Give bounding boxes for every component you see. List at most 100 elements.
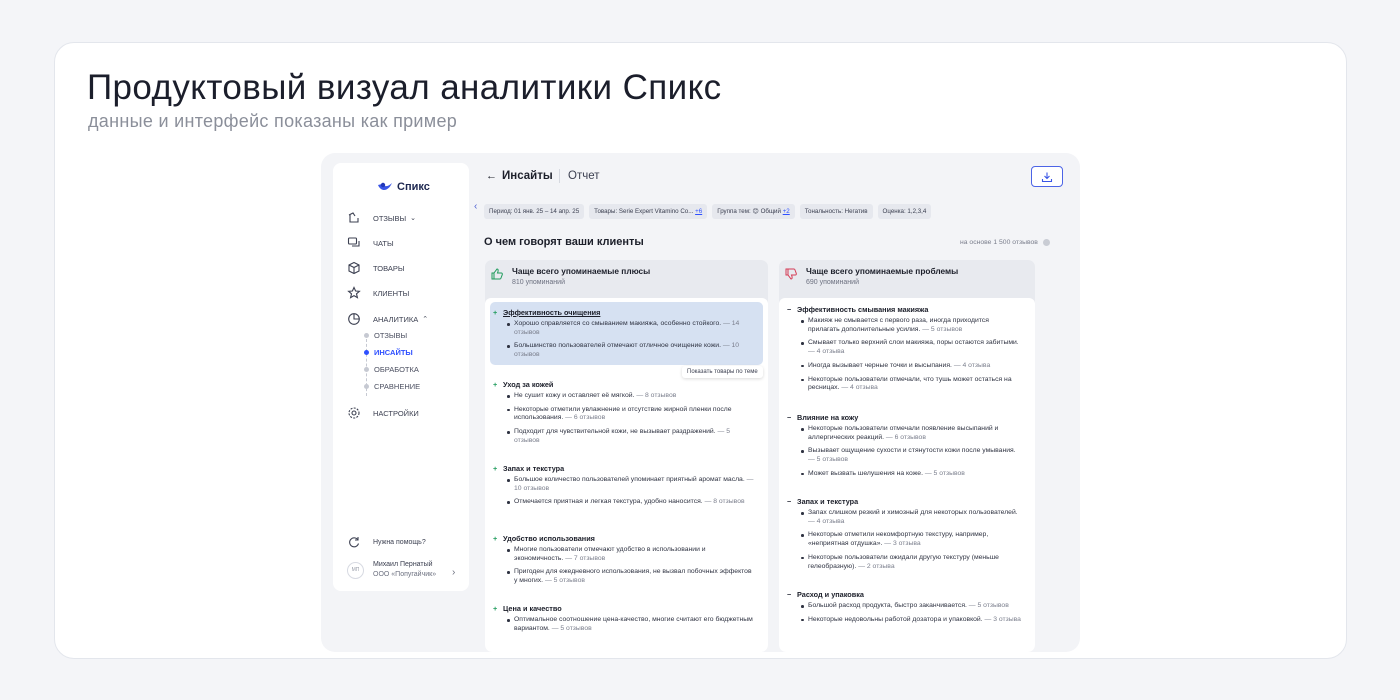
item-text: Большое количество пользователей упомина… bbox=[514, 476, 745, 483]
filter-products-more[interactable]: +6 bbox=[695, 208, 702, 215]
main-content: ← Инсайты Отчет Период: 01 янв. 25 – 14 … bbox=[474, 153, 1080, 652]
brand-logo[interactable]: Спикс bbox=[377, 181, 430, 193]
nav-chats[interactable]: ЧАТЫ bbox=[347, 236, 394, 250]
list-item: Большинство пользователей отмечают отлич… bbox=[490, 342, 763, 359]
item-text: Некоторые отметили увлажнение и отсутств… bbox=[514, 405, 732, 422]
item-count: — 3 отзыва bbox=[984, 615, 1021, 623]
page-title: Продуктовый визуал аналитики Спикс bbox=[87, 68, 722, 107]
item-text: Не сушит кожу и оставляет её мягкой. bbox=[514, 392, 635, 399]
list-item: Иногда вызывает черные точки и высыпания… bbox=[784, 362, 1030, 371]
item-text: Большой расход продукта, быстро заканчив… bbox=[808, 602, 967, 609]
app-window: Спикс ‹ ОТЗЫВЫ ⌄ ЧАТЫ ТОВАРЫ КЛИЕНТЫ АНА… bbox=[321, 153, 1080, 652]
topic-group[interactable]: Цена и качество Оптимальное соотношение … bbox=[490, 602, 763, 638]
filter-group-label: Группа тем: 😊 Общий bbox=[717, 208, 781, 215]
gear-icon bbox=[348, 407, 360, 419]
bird-logo-icon bbox=[378, 182, 392, 191]
reviews-icon bbox=[348, 212, 359, 223]
item-count: — 3 отзыва bbox=[884, 540, 921, 548]
list-item: Некоторые пользователи отмечали, что туш… bbox=[784, 376, 1030, 393]
thumbs-down-icon bbox=[785, 268, 797, 280]
item-text: Некоторые пользователи ожидали другую те… bbox=[808, 553, 999, 570]
sub-item-insights[interactable]: ИНСАЙТЫ bbox=[374, 348, 413, 357]
chevron-down-icon: ⌄ bbox=[410, 215, 417, 222]
brand-name: Спикс bbox=[397, 181, 430, 193]
download-button[interactable] bbox=[1031, 166, 1063, 187]
nav-settings[interactable]: НАСТРОЙКИ bbox=[347, 406, 419, 420]
help-label: Нужна помощь? bbox=[373, 538, 426, 546]
item-text: Некоторые недовольны работой дозатора и … bbox=[808, 615, 983, 623]
nav-label: ОТЗЫВЫ bbox=[373, 213, 407, 223]
item-count: — 4 отзыва bbox=[953, 361, 991, 369]
list-item: Не сушит кожу и оставляет её мягкой. — 8… bbox=[490, 392, 763, 401]
basis-label: на основе 1 500 отзывов bbox=[960, 239, 1038, 246]
avatar: МП bbox=[347, 561, 364, 579]
submenu-dot-active bbox=[364, 350, 369, 355]
list-item: Многие пользователи отмечают удобство в … bbox=[490, 546, 763, 563]
star-icon bbox=[347, 286, 361, 299]
filter-group[interactable]: Группа тем: 😊 Общий +2 bbox=[712, 204, 795, 219]
topic-group[interactable]: Эффективность очищения Хорошо справляетс… bbox=[490, 302, 763, 365]
topic-group[interactable]: Влияние на кожу Некоторые пользователи о… bbox=[784, 413, 1030, 484]
nav-label: КЛИЕНТЫ bbox=[373, 288, 410, 298]
user-profile[interactable]: МП Михаил Пернатый ООО «Попугайчик» bbox=[347, 560, 436, 580]
item-count: — 5 отзывов bbox=[968, 602, 1009, 609]
list-item: Некоторые отметили увлажнение и отсутств… bbox=[490, 406, 763, 423]
item-text: Подходит для чувствительной кожи, не выз… bbox=[514, 428, 716, 436]
item-text: Отмечается приятная и легкая текстура, у… bbox=[514, 498, 703, 506]
nav-reviews[interactable]: ОТЗЫВЫ ⌄ bbox=[347, 211, 416, 225]
nav-products[interactable]: ТОВАРЫ bbox=[347, 261, 404, 275]
list-item: Некоторые пользователи ожидали другую те… bbox=[784, 554, 1030, 571]
nav-label: НАСТРОЙКИ bbox=[373, 408, 419, 418]
list-item: Хорошо справляется со смыванием макияжа,… bbox=[490, 320, 763, 337]
topic-group[interactable]: Расход и упаковка Большой расход продукт… bbox=[784, 590, 1030, 629]
topic-group[interactable]: Запах и текстура Большое количество поль… bbox=[490, 462, 763, 512]
back-arrow-icon[interactable]: ← bbox=[486, 170, 497, 182]
topic-group[interactable]: Удобство использования Многие пользовате… bbox=[490, 532, 763, 591]
list-item: Пригоден для ежедневного использования, … bbox=[490, 568, 763, 585]
list-item: Может вызвать шелушения на коже. — 5 отз… bbox=[784, 470, 1030, 479]
item-count: — 7 отзывов bbox=[565, 554, 606, 562]
list-item: Отмечается приятная и легкая текстура, у… bbox=[490, 498, 763, 507]
nav-label: ТОВАРЫ bbox=[373, 263, 405, 273]
help-link[interactable]: Нужна помощь? bbox=[347, 535, 426, 549]
chats-icon bbox=[347, 237, 360, 247]
filter-period[interactable]: Период: 01 янв. 25 – 14 апр. 25 bbox=[484, 204, 585, 219]
item-count: — 8 отзывов bbox=[636, 392, 677, 399]
sub-item-processing[interactable]: ОБРАБОТКА bbox=[374, 365, 419, 374]
sub-item-comparison[interactable]: СРАВНЕНИЕ bbox=[374, 382, 420, 391]
pros-panel: Чаще всего упоминаемые плюсы 810 упомина… bbox=[485, 260, 768, 652]
info-icon[interactable] bbox=[1042, 239, 1050, 246]
filter-group-more[interactable]: +2 bbox=[783, 208, 790, 215]
chevron-right-icon[interactable]: › bbox=[452, 567, 455, 578]
item-count: — 5 отзывов bbox=[924, 469, 965, 477]
nav-clients[interactable]: КЛИЕНТЫ bbox=[347, 286, 409, 300]
item-text: Может вызвать шелушения на коже. bbox=[808, 469, 923, 477]
topic-title: Влияние на кожу bbox=[784, 413, 1030, 423]
filter-products[interactable]: Товары: Serie Expert Vitamino Co... +6 bbox=[589, 204, 708, 219]
tab-insights[interactable]: Инсайты bbox=[502, 170, 553, 182]
item-count: — 6 отзывов bbox=[565, 414, 606, 422]
filter-rating[interactable]: Оценка: 1,2,3,4 bbox=[877, 204, 932, 219]
tab-report[interactable]: Отчет bbox=[568, 170, 600, 182]
topic-title: Уход за кожей bbox=[490, 380, 763, 390]
sidebar: Спикс ‹ ОТЗЫВЫ ⌄ ЧАТЫ ТОВАРЫ КЛИЕНТЫ АНА… bbox=[333, 163, 477, 591]
item-count: — 5 отзывов bbox=[544, 577, 585, 585]
topic-title: Эффективность очищения bbox=[490, 308, 763, 318]
header-divider bbox=[559, 169, 560, 183]
list-item: Макияж не смывается с первого раза, иног… bbox=[784, 317, 1030, 334]
list-item: Вызывает ощущение сухости и стянутости к… bbox=[784, 447, 1030, 464]
tooltip: Показать товары по теме bbox=[682, 366, 763, 378]
filter-tonality[interactable]: Тональность: Негатив bbox=[799, 204, 873, 219]
nav-analytics[interactable]: АНАЛИТИКА ⌃ bbox=[347, 312, 428, 326]
submenu-dot bbox=[364, 384, 369, 389]
topic-group[interactable]: Эффективность смывания макияжа Макияж не… bbox=[784, 305, 1030, 398]
sub-item-reviews[interactable]: ОТЗЫВЫ bbox=[374, 331, 407, 340]
item-text: Некоторые пользователи отмечали, что туш… bbox=[808, 375, 1012, 392]
section-title: О чем говорят ваши клиенты bbox=[484, 236, 644, 248]
topic-group[interactable]: Запах и текстура Запах слишком резкий и … bbox=[784, 497, 1030, 576]
list-item: Большой расход продукта, быстро заканчив… bbox=[784, 602, 1030, 611]
topic-group[interactable]: Уход за кожей Не сушит кожу и оставляет … bbox=[490, 378, 763, 451]
cons-header: Чаще всего упоминаемые проблемы 690 упом… bbox=[785, 266, 958, 288]
item-text: Смывает только верхний слои макияжа, пор… bbox=[808, 339, 1019, 347]
user-org: ООО «Попугайчик» bbox=[373, 571, 437, 578]
